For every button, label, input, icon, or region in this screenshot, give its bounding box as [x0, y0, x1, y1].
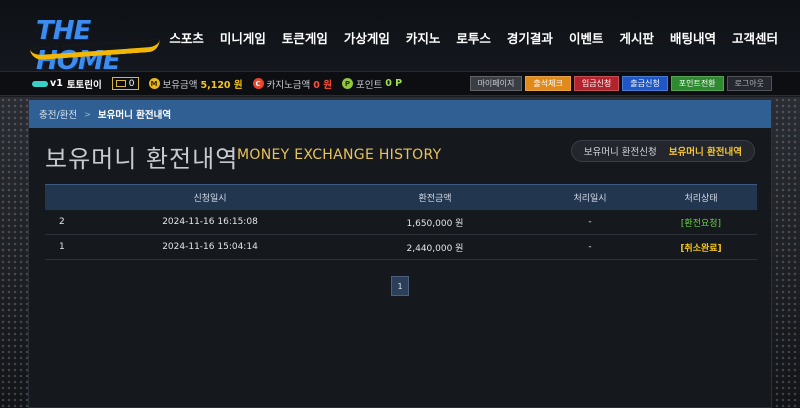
table-header: 신청일시 환전금액 처리일시 처리상태: [45, 184, 757, 210]
header-status: 처리상태: [684, 194, 718, 204]
main-nav: 스포츠 미니게임 토큰게임 가상게임 카지노 로투스 경기결과 이벤트 게시판 …: [169, 28, 778, 47]
top-navigation: THE HOME 스포츠 미니게임 토큰게임 가상게임 카지노 로투스 경기결과…: [0, 0, 800, 76]
breadcrumb: 충전/환전 > 보유머니 환전내역: [29, 100, 771, 128]
nav-lotus[interactable]: 로투스: [456, 28, 491, 47]
account-buttons: 마이페이지 출석체크 입금신청 출금신청 포인트전환 로그아웃: [469, 76, 772, 91]
row-no: 1: [59, 242, 65, 252]
money-value: 5,120 원: [200, 79, 243, 91]
point-convert-button[interactable]: 포인트전환: [670, 76, 724, 91]
username: 토토린이: [66, 79, 102, 91]
nav-events[interactable]: 이벤트: [569, 28, 604, 47]
row-amount: 1,650,000 원: [406, 218, 464, 229]
row-request-date: 2024-11-16 16:15:08: [162, 217, 258, 227]
row-processed-date: -: [588, 242, 592, 252]
deposit-button[interactable]: 입금신청: [573, 76, 620, 91]
content-panel: 충전/환전 > 보유머니 환전내역 보유머니 환전내역 MONEY EXCHAN…: [28, 99, 772, 408]
mypage-button[interactable]: 마이페이지: [469, 76, 523, 91]
nav-bet-history[interactable]: 배팅내역: [670, 28, 716, 47]
table-row: 1 2024-11-16 15:04:14 2,440,000 원 - [취소완…: [45, 235, 757, 260]
nav-casino[interactable]: 카지노: [406, 28, 441, 47]
tab-group: 보유머니 환전신청 보유머니 환전내역: [570, 140, 755, 162]
nav-board[interactable]: 게시판: [619, 28, 654, 47]
casino-icon: C: [252, 78, 264, 89]
header-request-date: 신청일시: [193, 194, 227, 204]
level-badge-icon: [32, 80, 48, 87]
point-icon: P: [341, 78, 353, 89]
money-icon: M: [148, 78, 160, 89]
nav-token-game[interactable]: 토큰게임: [282, 28, 328, 47]
logo[interactable]: THE HOME: [29, 10, 170, 76]
pagination-page-1[interactable]: 1: [391, 276, 409, 296]
row-status: [취소완료]: [680, 243, 722, 254]
table-row: 2 2024-11-16 16:15:08 1,650,000 원 - [환전요…: [45, 210, 757, 235]
nav-support[interactable]: 고객센터: [732, 28, 778, 47]
row-processed-date: -: [588, 217, 592, 227]
message-count: 0: [128, 78, 135, 89]
nav-results[interactable]: 경기결과: [507, 28, 553, 47]
point-label: 포인트: [355, 79, 383, 91]
exchange-history-table: 신청일시 환전금액 처리일시 처리상태 2 2024-11-16 16:15:0…: [45, 184, 757, 260]
chevron-right-icon: >: [84, 109, 91, 119]
casino-value: 0 원: [313, 79, 332, 91]
withdraw-button[interactable]: 출금신청: [622, 76, 668, 91]
row-status: [환전요청]: [680, 218, 722, 229]
nav-virtual-game[interactable]: 가상게임: [344, 28, 390, 47]
title-row: 보유머니 환전내역 MONEY EXCHANGE HISTORY 보유머니 환전…: [29, 128, 771, 178]
envelope-icon: [115, 80, 126, 87]
message-button[interactable]: 0: [111, 77, 139, 90]
tab-exchange-request[interactable]: 보유머니 환전신청: [584, 144, 657, 158]
nav-sports[interactable]: 스포츠: [169, 28, 204, 47]
page-subtitle: MONEY EXCHANGE HISTORY: [237, 147, 442, 163]
row-request-date: 2024-11-16 15:04:14: [162, 242, 258, 252]
row-no: 2: [59, 217, 65, 227]
attendance-button[interactable]: 출석체크: [525, 76, 571, 91]
breadcrumb-parent[interactable]: 충전/환전: [39, 107, 77, 121]
header-amount: 환전금액: [418, 194, 452, 204]
tab-exchange-history[interactable]: 보유머니 환전내역: [669, 144, 742, 158]
header-processed-date: 처리일시: [573, 194, 607, 204]
user-level: v1: [50, 78, 63, 89]
point-value: 0 P: [385, 78, 403, 89]
user-info-bar: v1 토토린이 0 M 보유금액 5,120 원 C 카지노금액 0 원 P 포…: [0, 72, 800, 96]
page-title: 보유머니 환전내역: [45, 145, 239, 173]
money-label: 보유금액: [162, 79, 198, 91]
logout-button[interactable]: 로그아웃: [726, 76, 772, 91]
nav-minigame[interactable]: 미니게임: [220, 28, 266, 47]
breadcrumb-current: 보유머니 환전내역: [97, 110, 172, 121]
casino-label: 카지노금액: [266, 79, 311, 91]
row-amount: 2,440,000 원: [406, 243, 464, 254]
